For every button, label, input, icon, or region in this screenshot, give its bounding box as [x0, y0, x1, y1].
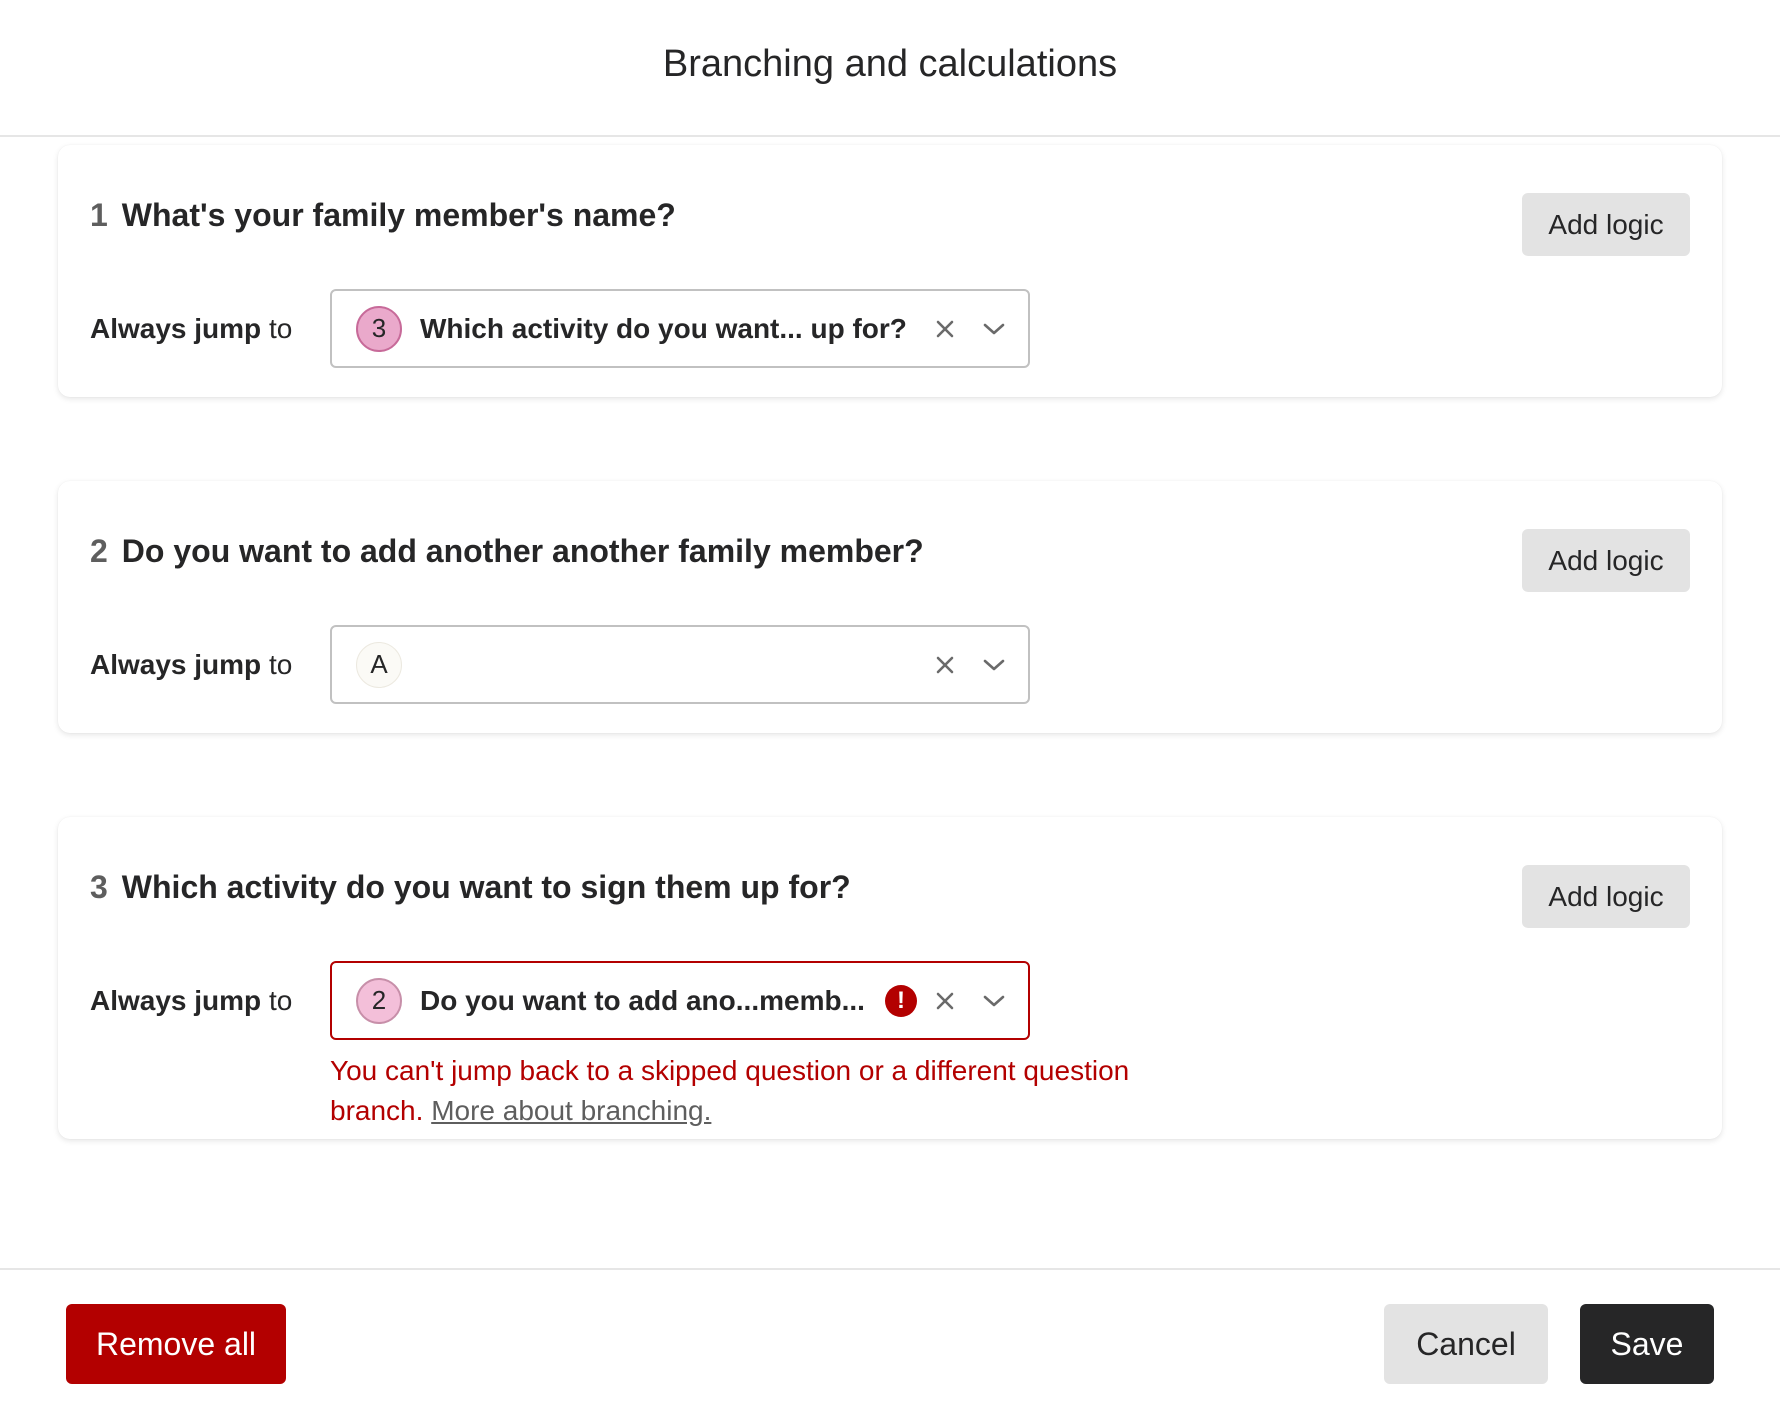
question-number: 2 [90, 533, 108, 569]
jump-label: Always jump to [90, 313, 330, 345]
question-number: 1 [90, 197, 108, 233]
jump-label-rest: to [261, 648, 293, 680]
question-heading: 3 Which activity do you want to sign them… [90, 869, 851, 906]
question-card-2: 2 Do you want to add another another fami… [58, 481, 1722, 733]
clear-icon[interactable] [932, 988, 958, 1014]
dialog-title: Branching and calculations [662, 43, 1118, 85]
question-title: Which activity do you want to sign them … [121, 869, 851, 905]
save-button[interactable]: Save [1580, 1304, 1714, 1384]
dialog-header: Branching and calculations [0, 0, 1780, 137]
error-message: You can't jump back to a skipped questio… [330, 1051, 1230, 1131]
jump-target-select[interactable]: 3 Which activity do you want... up for? [330, 289, 1030, 368]
jump-target-text: Which activity do you want... up for? [420, 312, 907, 344]
jump-label-bold: Always jump [90, 312, 262, 344]
jump-label-rest: to [261, 984, 293, 1016]
jump-target-select[interactable]: 2 Do you want to add ano...memb... ! [330, 961, 1030, 1040]
question-badge: 2 [356, 977, 402, 1024]
jump-label-bold: Always jump [90, 984, 262, 1016]
question-card-1: 1 What's your family member's name? Add l… [58, 145, 1722, 397]
jump-label-bold: Always jump [90, 648, 262, 680]
dialog-body: 1 What's your family member's name? Add l… [0, 137, 1780, 1268]
chevron-down-icon[interactable] [980, 987, 1008, 1015]
question-title: What's your family member's name? [121, 197, 676, 233]
jump-target-select[interactable]: A [330, 625, 1030, 704]
jump-label: Always jump to [90, 985, 330, 1017]
question-title: Do you want to add another another famil… [121, 533, 924, 569]
remove-all-button[interactable]: Remove all [66, 1304, 286, 1384]
more-about-branching-link[interactable]: More about branching. [431, 1095, 711, 1126]
add-logic-button[interactable]: Add logic [1522, 865, 1690, 928]
clear-icon[interactable] [932, 652, 958, 678]
jump-row: Always jump to 2 Do you want to add ano.… [90, 961, 1030, 1040]
jump-row: Always jump to A [90, 625, 1030, 704]
cancel-button[interactable]: Cancel [1384, 1304, 1548, 1384]
chevron-down-icon[interactable] [980, 315, 1008, 343]
question-heading: 2 Do you want to add another another fami… [90, 533, 924, 570]
jump-row: Always jump to 3 Which activity do you w… [90, 289, 1030, 368]
error-icon: ! [885, 984, 917, 1017]
jump-label-rest: to [261, 312, 293, 344]
jump-label: Always jump to [90, 649, 330, 681]
question-heading: 1 What's your family member's name? [90, 197, 676, 234]
question-badge: A [356, 641, 402, 688]
branching-dialog: Branching and calculations 1 What's your … [0, 0, 1780, 1408]
add-logic-button[interactable]: Add logic [1522, 529, 1690, 592]
chevron-down-icon[interactable] [980, 651, 1008, 679]
dialog-footer: Remove all Cancel Save [0, 1268, 1780, 1408]
add-logic-button[interactable]: Add logic [1522, 193, 1690, 256]
question-badge: 3 [356, 305, 402, 352]
clear-icon[interactable] [932, 316, 958, 342]
question-card-3: 3 Which activity do you want to sign them… [58, 817, 1722, 1139]
question-number: 3 [90, 869, 108, 905]
jump-target-text: Do you want to add ano...memb... [420, 984, 865, 1016]
